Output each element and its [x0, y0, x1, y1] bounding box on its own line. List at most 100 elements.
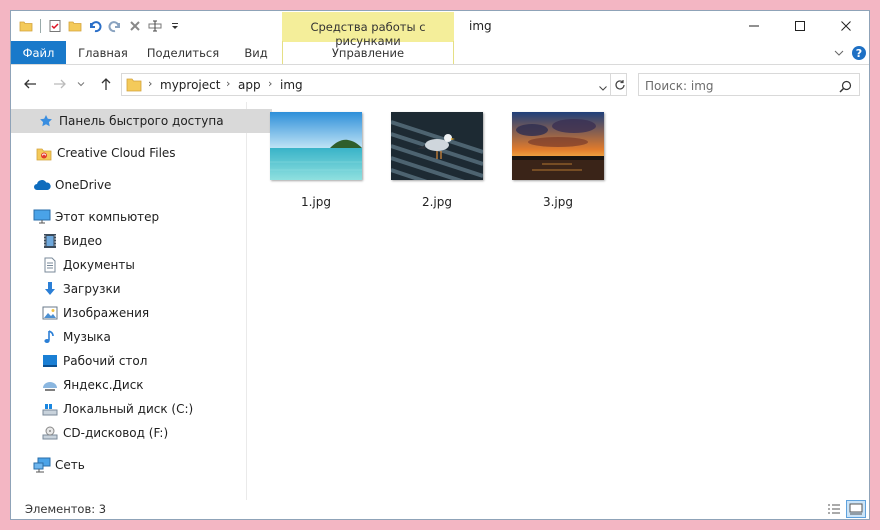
sidebar-item-quick-access[interactable]: Панель быстрого доступа	[11, 109, 272, 133]
yandex-disk-icon	[41, 376, 59, 394]
sidebar-item-label: Видео	[63, 234, 103, 248]
sidebar-item-label: Этот компьютер	[55, 210, 160, 224]
details-view-icon	[828, 504, 840, 514]
thumbnail-1-jpg	[270, 112, 362, 180]
rename-icon[interactable]	[146, 17, 164, 35]
search-input[interactable]	[643, 76, 837, 95]
breadcrumb-app[interactable]: app	[238, 78, 261, 92]
ribbon-tabs: Файл Главная Поделиться Вид Управление ?	[11, 41, 869, 65]
refresh-icon[interactable]	[610, 74, 629, 95]
navigation-pane: Панель быстрого доступа Creative Cloud F…	[11, 102, 272, 500]
status-bar: Элементов: 3	[11, 500, 869, 519]
sidebar-item-cd-drive[interactable]: CD-дисковод (F:)	[11, 421, 276, 445]
breadcrumb-chevron-icon[interactable]: ›	[226, 77, 230, 90]
redo-icon[interactable]	[106, 17, 124, 35]
creative-cloud-icon	[35, 144, 53, 162]
sidebar-item-label: Creative Cloud Files	[57, 146, 176, 160]
file-name: 3.jpg	[542, 195, 574, 209]
new-folder-icon[interactable]	[66, 17, 84, 35]
details-view-button[interactable]	[824, 500, 844, 518]
desktop-icon	[41, 352, 59, 370]
sidebar-item-videos[interactable]: Видео	[11, 229, 276, 253]
sidebar-item-this-pc[interactable]: Этот компьютер	[11, 205, 268, 229]
folder-icon	[126, 77, 142, 96]
item-count: Элементов: 3	[25, 502, 107, 516]
sidebar-item-label: Яндекс.Диск	[63, 378, 144, 392]
sidebar-item-label: OneDrive	[55, 178, 112, 192]
expand-ribbon-icon[interactable]	[831, 45, 847, 61]
sidebar-item-downloads[interactable]: Загрузки	[11, 277, 276, 301]
quick-access-toolbar	[17, 15, 184, 37]
large-icons-view-icon	[849, 503, 863, 515]
breadcrumb-chevron-icon[interactable]: ›	[268, 77, 272, 90]
sidebar-item-onedrive[interactable]: OneDrive	[11, 173, 268, 197]
computer-icon	[33, 208, 51, 226]
sidebar-item-yandex-disk[interactable]: Яндекс.Диск	[11, 373, 276, 397]
documents-icon	[41, 256, 59, 274]
thumbnail-3-jpg	[512, 112, 604, 180]
close-icon	[841, 21, 851, 31]
customize-toolbar-chevron-icon[interactable]	[166, 17, 184, 35]
sidebar-item-label: CD-дисковод (F:)	[63, 426, 169, 440]
minimize-icon	[749, 25, 759, 27]
sidebar-item-label: Документы	[63, 258, 135, 272]
sidebar-item-music[interactable]: Музыка	[11, 325, 276, 349]
maximize-button[interactable]	[777, 11, 823, 41]
file-item[interactable]: 2.jpg	[391, 112, 483, 209]
file-name: 1.jpg	[300, 195, 332, 209]
thumbnail-2-jpg	[391, 112, 483, 180]
sidebar-item-label: Сеть	[55, 458, 85, 472]
delete-icon[interactable]	[126, 17, 144, 35]
file-item[interactable]: 1.jpg	[270, 112, 362, 209]
maximize-icon	[795, 21, 805, 31]
minimize-button[interactable]	[731, 11, 777, 41]
undo-icon[interactable]	[86, 17, 104, 35]
breadcrumb-myproject[interactable]: myproject	[160, 78, 220, 92]
breadcrumb-chevron-icon[interactable]: ›	[148, 77, 152, 90]
address-dropdown-chevron-icon[interactable]	[598, 78, 608, 97]
sidebar-item-label: Локальный диск (C:)	[63, 402, 194, 416]
tab-manage[interactable]: Управление	[282, 41, 454, 64]
star-icon	[37, 112, 55, 130]
close-button[interactable]	[823, 11, 869, 41]
file-name: 2.jpg	[421, 195, 453, 209]
sidebar-item-creative-cloud[interactable]: Creative Cloud Files	[11, 141, 270, 165]
pictures-icon	[41, 304, 59, 322]
sidebar-item-local-disk[interactable]: Локальный диск (C:)	[11, 397, 276, 421]
local-disk-icon	[41, 400, 59, 418]
video-icon	[41, 232, 59, 250]
address-bar[interactable]: › myproject › app › img	[121, 73, 627, 96]
downloads-icon	[41, 280, 59, 298]
search-icon[interactable]	[839, 78, 852, 97]
back-arrow-icon[interactable]	[21, 75, 39, 93]
network-icon	[33, 456, 51, 474]
explorer-window: Средства работы с рисунками img Файл Гла…	[10, 10, 870, 520]
tab-file[interactable]: Файл	[11, 41, 66, 64]
sidebar-item-label: Панель быстрого доступа	[59, 114, 224, 128]
sidebar-item-pictures[interactable]: Изображения	[11, 301, 276, 325]
file-item[interactable]: 3.jpg	[512, 112, 604, 209]
large-icons-view-button[interactable]	[846, 500, 866, 518]
tab-view[interactable]: Вид	[235, 41, 277, 64]
recent-locations-chevron-icon[interactable]	[75, 75, 87, 93]
sidebar-item-network[interactable]: Сеть	[11, 453, 268, 477]
help-icon[interactable]: ?	[851, 45, 867, 61]
sidebar-item-documents[interactable]: Документы	[11, 253, 276, 277]
onedrive-cloud-icon	[33, 176, 51, 194]
sidebar-item-desktop[interactable]: Рабочий стол	[11, 349, 276, 373]
properties-icon[interactable]	[46, 17, 64, 35]
title-bar: Средства работы с рисунками img	[11, 11, 869, 48]
window-title: img	[469, 19, 492, 33]
context-tab-header: Средства работы с рисунками	[282, 12, 454, 48]
cd-drive-icon	[41, 424, 59, 442]
folder-icon[interactable]	[17, 17, 35, 35]
tab-home[interactable]: Главная	[71, 41, 135, 64]
file-view: 1.jpg 2.jpg 3.jpg	[248, 102, 869, 500]
toolbar-separator	[40, 19, 41, 33]
search-box[interactable]	[638, 73, 860, 96]
breadcrumb-img[interactable]: img	[280, 78, 303, 92]
forward-arrow-icon[interactable]	[51, 75, 69, 93]
up-arrow-icon[interactable]	[97, 75, 115, 93]
tab-share[interactable]: Поделиться	[143, 41, 223, 64]
sidebar-item-label: Изображения	[63, 306, 150, 320]
